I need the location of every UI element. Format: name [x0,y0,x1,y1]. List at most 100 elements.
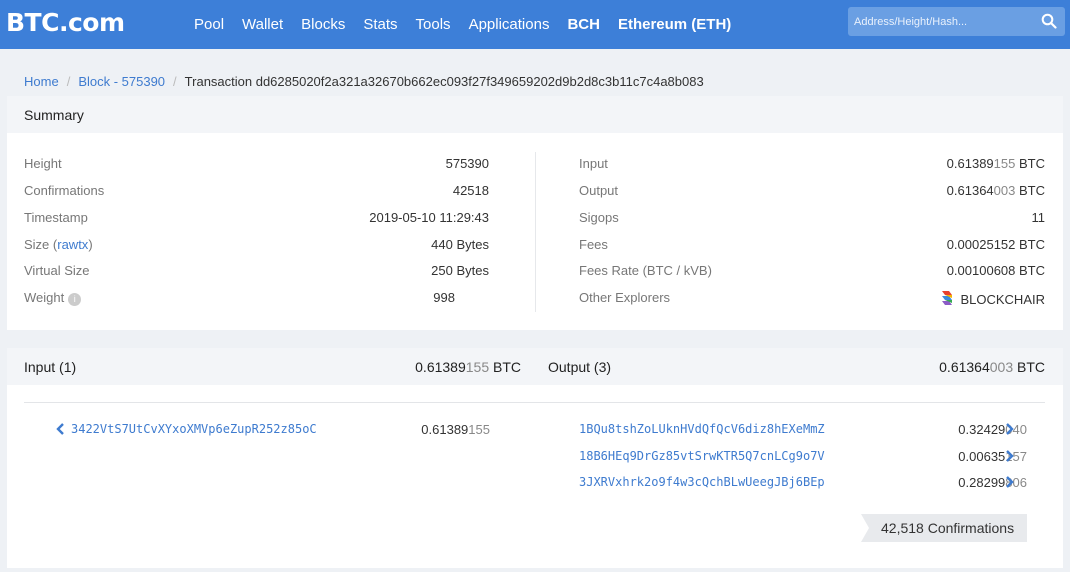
output-address-link[interactable]: 18B6HEq9DrGz85vtSrwKTR5Q7cnLCg9o7V [579,449,825,463]
summary-row-size: Size (rawtx) 440 Bytes [24,237,489,257]
input-amount-main: 0.61389 [421,422,469,437]
chevron-right-icon[interactable] [1004,423,1014,435]
summary-row-other-explorers: Other Explorers BLOCKCHAIR [579,290,1045,310]
chevron-right-icon[interactable] [1004,476,1014,488]
breadcrumb-home[interactable]: Home [24,74,59,89]
height-link[interactable]: 575390 [446,156,489,171]
search-input[interactable] [848,7,1028,36]
output-amount-main: 0.28299 [958,475,1006,490]
output-address-link[interactable]: 3JXRVxhrk2o9f4w3cQchBLwUeegJBj6BEp [579,475,825,489]
summary-row-output: Output 0.61364003 BTC [579,183,1045,203]
output-amount-main: 0.00635 [958,449,1006,464]
input-amount-dim: 155 [468,422,490,437]
input-value-main: 0.61389 [946,156,994,171]
io-card: Input (1) 0.61389155 BTC Output (3) 0.61… [7,348,1063,568]
other-explorers-label: Other Explorers [579,290,671,305]
output-total-main: 0.61364 [939,359,990,375]
input-total-main: 0.61389 [415,359,466,375]
output-amount: 0.28299806 [958,475,1027,490]
summary-row-fees-rate: Fees Rate (BTC / kVB) 0.00100608 BTC [579,263,1045,283]
summary-card: Summary Height 575390 Confirmations 4251… [7,96,1063,330]
summary-row-virtual-size: Virtual Size 250 Bytes [24,263,489,283]
output-amount-main: 0.32429 [958,422,1006,437]
input-label: Input [579,156,608,171]
search-box [848,7,1065,36]
weight-label: Weight i [24,290,82,306]
search-icon[interactable] [1041,13,1057,29]
output-amount: 0.00635157 [958,449,1027,464]
input-total-dim: 155 [465,359,490,375]
blockchair-icon [942,291,953,305]
nav-blocks[interactable]: Blocks [301,16,345,33]
output-total: 0.61364003 BTC [939,359,1045,375]
input-unit: BTC [1019,156,1045,171]
nav-wallet[interactable]: Wallet [242,16,283,33]
output-amount: 0.32429040 [958,422,1027,437]
input-value-dim: 155 [993,156,1016,171]
output-address-link[interactable]: 1BQu8tshZoLUknHVdQfQcV6diz8hEXeMmZ [579,422,825,436]
summary-row-sigops: Sigops 11 [579,210,1045,230]
nav-stats[interactable]: Stats [363,16,397,33]
sigops-label: Sigops [579,210,619,225]
output-value-main: 0.61364 [946,183,994,198]
confirmations-label: Confirmations [24,183,105,198]
chevron-right-icon[interactable] [1004,450,1014,462]
rawtx-link[interactable]: rawtx [57,237,88,252]
nav-ethereum[interactable]: Ethereum (ETH) [618,16,731,33]
io-header: Input (1) 0.61389155 BTC Output (3) 0.61… [7,348,1063,385]
timestamp-label: Timestamp [24,210,88,225]
io-divider [24,402,1045,403]
output-unit: BTC [1019,183,1045,198]
virtual-size-label: Virtual Size [24,263,90,278]
breadcrumb-separator: / [66,74,71,89]
sigops-value: 11 [1031,210,1046,225]
input-value: 0.61389155 BTC [947,156,1045,171]
summary-title: Summary [7,96,1063,133]
summary-row-fees: Fees 0.00025152 BTC [579,237,1045,257]
btc-logo[interactable]: BTC.com [6,8,125,37]
summary-row-confirmations: Confirmations 42518 [24,183,489,203]
size-label-text: Size [24,237,50,252]
input-amount: 0.61389155 [421,422,490,437]
breadcrumb: Home / Block - 575390 / Transaction dd62… [24,74,704,89]
summary-row-input: Input 0.61389155 BTC [579,156,1045,176]
column-divider [535,152,536,312]
virtual-size-value: 250 Bytes [431,263,489,278]
size-value: 440 Bytes [431,237,489,252]
input-total-unit: BTC [493,359,521,375]
output-count-title: Output (3) [548,359,612,375]
blockchair-label: BLOCKCHAIR [960,292,1045,307]
size-label: Size (rawtx) [24,237,93,252]
summary-row-timestamp: Timestamp 2019-05-10 11:29:43 [24,210,489,230]
confirmations-value: 42518 [452,183,489,198]
nav-applications[interactable]: Applications [469,16,550,33]
fees-rate-label: Fees Rate (BTC / kVB) [579,263,712,278]
fees-value: 0.00025152 BTC [946,237,1045,252]
blockchair-link[interactable]: BLOCKCHAIR [940,290,1045,308]
input-total: 0.61389155 BTC [415,359,521,375]
confirmations-badge: 42,518 Confirmations [861,514,1027,542]
output-total-unit: BTC [1017,359,1045,375]
output-label: Output [579,183,619,198]
weight-value: 998 [433,290,455,305]
main-nav: Pool Wallet Blocks Stats Tools Applicati… [194,0,749,49]
summary-row-weight: Weight i 998 [24,290,489,310]
input-address-link[interactable]: 3422VtS7UtCvXYxoXMVp6eZupR252z85oC [71,422,317,436]
info-icon[interactable]: i [68,293,82,306]
breadcrumb-block[interactable]: Block - 575390 [78,74,165,89]
height-label: Height [24,156,62,171]
nav-pool[interactable]: Pool [194,16,224,33]
breadcrumb-separator: / [173,74,177,89]
nav-tools[interactable]: Tools [416,16,451,33]
fees-rate-value: 0.00100608 BTC [946,263,1045,278]
timestamp-value: 2019-05-10 11:29:43 [369,210,489,225]
chevron-left-icon[interactable] [56,423,66,435]
output-total-dim: 003 [989,359,1014,375]
fees-label: Fees [579,237,608,252]
summary-row-height: Height 575390 [24,156,489,176]
input-count-title: Input (1) [24,359,77,375]
top-navbar: BTC.com Pool Wallet Blocks Stats Tools A… [0,0,1070,49]
nav-bch[interactable]: BCH [567,16,600,33]
weight-label-text: Weight [24,290,65,305]
output-value-dim: 003 [993,183,1016,198]
